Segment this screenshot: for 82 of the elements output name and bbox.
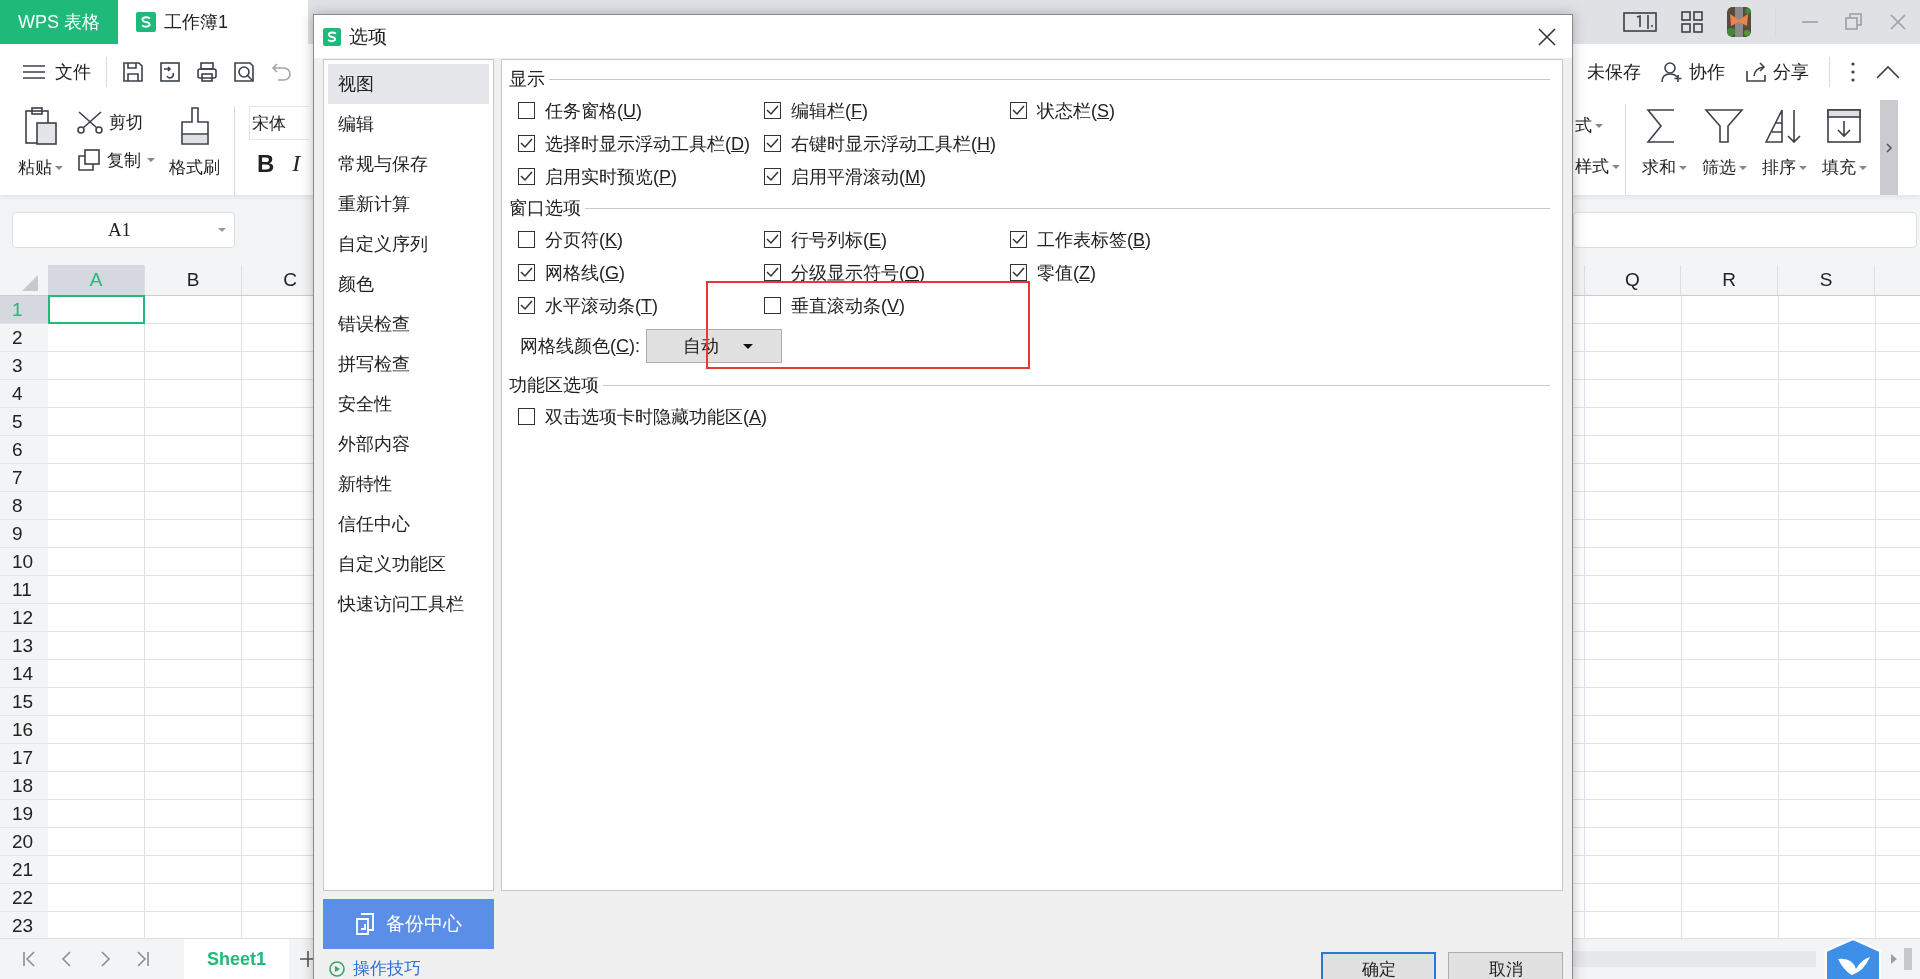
row-header[interactable]: 9 — [0, 520, 48, 548]
option-label[interactable]: 右键时显示浮动工具栏(H) — [791, 131, 996, 156]
row-header[interactable]: 23 — [0, 912, 48, 938]
column-header[interactable]: R — [1681, 265, 1778, 295]
row-header[interactable]: 19 — [0, 800, 48, 828]
row-header[interactable]: 10 — [0, 548, 48, 576]
option-label[interactable]: 零值(Z) — [1037, 260, 1096, 285]
row-header[interactable]: 5 — [0, 408, 48, 436]
toolbar-button[interactable]: 求和 — [1634, 100, 1694, 179]
option-label[interactable]: 编辑栏(F) — [791, 98, 868, 123]
nav-item[interactable]: 常规与保存 — [328, 144, 489, 184]
option-label[interactable]: 任务窗格(U) — [545, 98, 642, 123]
option-label[interactable]: 状态栏(S) — [1037, 98, 1115, 123]
paste-button[interactable]: 粘贴 — [18, 106, 63, 179]
option-label[interactable]: 垂直滚动条(V) — [791, 293, 905, 318]
column-header[interactable]: B — [145, 265, 242, 295]
nav-item[interactable]: 错误检查 — [328, 304, 489, 344]
option-label[interactable]: 选择时显示浮动工具栏(D) — [545, 131, 750, 156]
nav-item[interactable]: 拼写检查 — [328, 344, 489, 384]
dialog-title: 选项 — [349, 24, 387, 49]
option-label[interactable]: 双击选项卡时隐藏功能区(A) — [545, 404, 767, 429]
section-heading: 窗口选项 — [509, 197, 581, 220]
nav-item[interactable]: 安全性 — [328, 384, 489, 424]
toolbar-button[interactable]: 筛选 — [1694, 100, 1754, 179]
toolbar-button[interactable]: 排序 — [1754, 100, 1814, 179]
nav-item[interactable]: 自定义功能区 — [328, 544, 489, 584]
style-button[interactable]: 样式 — [1575, 155, 1625, 178]
bold-button[interactable]: B — [257, 150, 275, 178]
format-painter-button[interactable]: 格式刷 — [169, 106, 220, 179]
section-heading: 功能区选项 — [509, 374, 599, 397]
row-header[interactable]: 14 — [0, 660, 48, 688]
option-label[interactable]: 工作表标签(B) — [1037, 227, 1151, 252]
row-header[interactable]: 4 — [0, 380, 48, 408]
column-header[interactable]: S — [1778, 265, 1875, 295]
nav-item[interactable]: 编辑 — [328, 104, 489, 144]
share-bar-item[interactable]: 分享 — [1745, 60, 1809, 84]
option-label[interactable]: 网格线(G) — [545, 260, 625, 285]
nav-item[interactable]: 重新计算 — [328, 184, 489, 224]
file-menu[interactable]: 文件 — [23, 60, 91, 84]
nav-item[interactable]: 外部内容 — [328, 424, 489, 464]
option-label[interactable]: 启用平滑滚动(M) — [791, 164, 926, 189]
cancel-button[interactable]: 取消 — [1448, 952, 1563, 979]
row-header[interactable]: 20 — [0, 828, 48, 856]
row-header[interactable]: 12 — [0, 604, 48, 632]
row-header[interactable]: 15 — [0, 688, 48, 716]
row-header[interactable]: 18 — [0, 772, 48, 800]
document-tab[interactable]: 工作簿1 — [118, 0, 308, 44]
row-header[interactable]: 22 — [0, 884, 48, 912]
row-header[interactable]: 21 — [0, 856, 48, 884]
cut-button[interactable]: 剪切 — [77, 110, 155, 134]
row-header[interactable]: 2 — [0, 324, 48, 352]
nav-item[interactable]: 颜色 — [328, 264, 489, 304]
row-header[interactable]: 6 — [0, 436, 48, 464]
copy-button[interactable]: 复制 — [77, 148, 155, 172]
tips-link[interactable]: 操作技巧 — [323, 957, 494, 979]
option-label[interactable]: 水平滚动条(T) — [545, 293, 658, 318]
section-heading: 显示 — [509, 68, 545, 91]
row-header[interactable]: 3 — [0, 352, 48, 380]
row-header[interactable]: 13 — [0, 632, 48, 660]
row-header[interactable]: 11 — [0, 576, 48, 604]
font-field[interactable]: 宋体 — [249, 106, 309, 140]
option-label[interactable]: 启用实时预览(P) — [545, 164, 677, 189]
nav-item[interactable]: 视图 — [328, 64, 489, 104]
option-label[interactable]: 行号列标(E) — [791, 227, 887, 252]
option-label[interactable]: 分页符(K) — [545, 227, 623, 252]
style-button[interactable]: 式 — [1575, 114, 1625, 137]
row-header[interactable]: 8 — [0, 492, 48, 520]
share-bar-item[interactable]: 未保存 — [1587, 60, 1641, 84]
field-label: 网格线颜色(C): — [520, 335, 640, 358]
nav-item[interactable]: 快速访问工具栏 — [328, 584, 489, 624]
ok-button[interactable]: 确定 — [1321, 952, 1436, 979]
italic-button[interactable]: I — [292, 150, 301, 178]
nav-item[interactable]: 自定义序列 — [328, 224, 489, 264]
row-header[interactable]: 7 — [0, 464, 48, 492]
share-bar-item[interactable]: 协作 — [1661, 60, 1725, 84]
name-box[interactable]: A1 — [12, 212, 235, 248]
column-header[interactable]: Q — [1584, 265, 1681, 295]
nav-item[interactable]: 新特性 — [328, 464, 489, 504]
row-header[interactable]: 16 — [0, 716, 48, 744]
row-header[interactable]: 17 — [0, 744, 48, 772]
nav-item[interactable]: 信任中心 — [328, 504, 489, 544]
toolbar-button[interactable]: 填充 — [1814, 100, 1874, 179]
